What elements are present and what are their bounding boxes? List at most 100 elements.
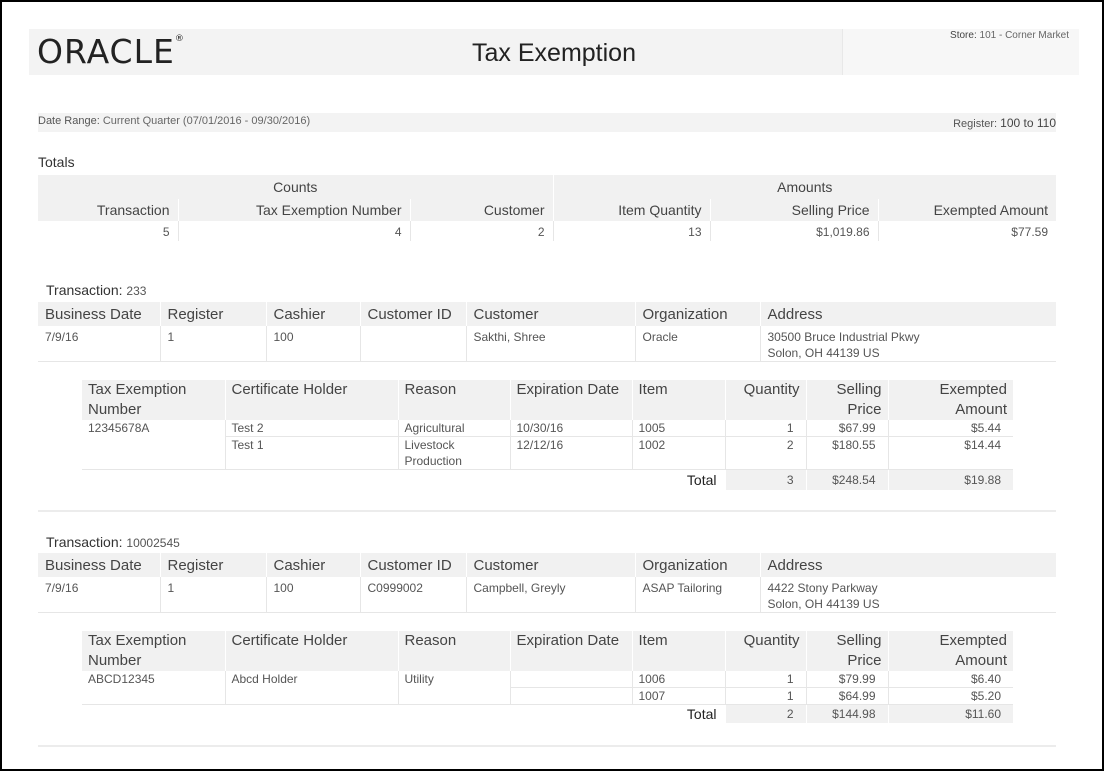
col-tax-exemption-number: Tax Exemption Number xyxy=(82,631,225,671)
selling-price: $180.55 xyxy=(805,436,888,470)
col-exempted-amount: Exempted Amount xyxy=(887,631,1013,671)
transaction-row: 7/9/16 1 100 C0999002 Campbell, Greyly A… xyxy=(38,577,1056,613)
date-range-value: Current Quarter (07/01/2016 - 09/30/2016… xyxy=(102,115,311,127)
col-certificate-holder: Certificate Holder xyxy=(224,380,398,420)
customer: Sakthi, Shree xyxy=(465,326,635,362)
col-expiration-date: Expiration Date xyxy=(509,631,632,671)
reason: Agricultural xyxy=(397,420,510,437)
col-reason: Reason xyxy=(397,380,510,420)
col-cashier: Cashier xyxy=(265,553,360,577)
col-cashier: Cashier xyxy=(265,302,360,326)
store-info: Store: 101 - Corner Market xyxy=(950,30,1069,41)
report-title: Tax Exemption xyxy=(472,39,636,67)
cashier: 100 xyxy=(265,326,360,362)
total-quantity: 3 xyxy=(724,469,806,490)
certificate-holder: Test 2 xyxy=(224,420,398,437)
address-line-2: Solon, OH 44139 US xyxy=(767,597,880,611)
col-quantity: Quantity xyxy=(724,631,806,671)
transaction-header-table: Business Date Register Cashier Customer … xyxy=(38,302,1056,362)
address: 4422 Stony Parkway Solon, OH 44139 US xyxy=(759,577,1056,613)
register: 1 xyxy=(159,577,266,613)
col-business-date: Business Date xyxy=(38,553,160,577)
date-range: Date Range: Current Quarter (07/01/2016 … xyxy=(38,115,310,127)
expiration-date xyxy=(509,687,632,705)
col-transaction: Transaction xyxy=(38,199,178,221)
store-label: Store: xyxy=(950,30,977,41)
col-selling-price: Selling Price xyxy=(709,199,878,221)
quantity: 1 xyxy=(724,420,806,437)
transaction-header-row: Business Date Register Cashier Customer … xyxy=(38,302,1056,326)
report-parameters: Date Range: Current Quarter (07/01/2016 … xyxy=(38,113,1056,132)
col-customer-id: Customer ID xyxy=(359,553,466,577)
total-label: Total xyxy=(686,706,717,722)
total-customer-count: 2 xyxy=(409,221,553,241)
transaction-label: Transaction: xyxy=(46,534,123,550)
exemption-number: 12345678A xyxy=(82,420,225,470)
expiration-date: 12/12/16 xyxy=(509,436,632,470)
total-selling-price: $144.98 xyxy=(805,704,888,723)
organization: ASAP Tailoring xyxy=(634,577,760,613)
section-divider xyxy=(38,745,1056,747)
exempted-amount: $14.44 xyxy=(887,436,1013,470)
total-selling-price: $1,019.86 xyxy=(709,221,878,241)
detail-total-row: Total 2 $144.98 $11.60 xyxy=(82,704,1013,723)
detail-header-row: Tax Exemption Number Certificate Holder … xyxy=(82,631,1013,671)
totals-column-row: Transaction Tax Exemption Number Custome… xyxy=(38,199,1056,221)
counts-header: Counts xyxy=(38,175,553,199)
transaction-title: Transaction: 233 xyxy=(46,282,146,298)
total-quantity: 2 xyxy=(724,704,806,723)
detail-header-row: Tax Exemption Number Certificate Holder … xyxy=(82,380,1013,420)
col-item: Item xyxy=(631,631,725,671)
address-line-1: 30500 Bruce Industrial Pkwy xyxy=(767,330,920,344)
certificate-holder: Abcd Holder xyxy=(224,671,398,705)
total-label: Total xyxy=(686,472,717,488)
report-page: ORACLE® Tax Exemption Store: 101 - Corne… xyxy=(0,0,1104,771)
address-line-2: Solon, OH 44139 US xyxy=(767,346,880,360)
col-selling-price: Selling Price xyxy=(805,631,888,671)
col-tax-exemption-number: Tax Exemption Number xyxy=(177,199,410,221)
selling-price: $64.99 xyxy=(805,687,888,705)
col-quantity: Quantity xyxy=(724,380,806,420)
store-value: 101 - Corner Market xyxy=(979,30,1069,41)
col-register: Register xyxy=(159,553,266,577)
col-item-quantity: Item Quantity xyxy=(552,199,710,221)
col-register: Register xyxy=(159,302,266,326)
transaction-header-row: Business Date Register Cashier Customer … xyxy=(38,553,1056,577)
col-selling-price: Selling Price xyxy=(805,380,888,420)
total-exemption-number-count: 4 xyxy=(177,221,410,241)
business-date: 7/9/16 xyxy=(38,577,160,613)
customer-id xyxy=(359,326,466,362)
total-exempted-amount: $19.88 xyxy=(887,469,1013,490)
address: 30500 Bruce Industrial Pkwy Solon, OH 441… xyxy=(759,326,1056,362)
reason: Utility xyxy=(397,671,510,705)
item: 1007 xyxy=(631,687,725,705)
section-divider xyxy=(38,510,1056,512)
exempted-amount: $5.44 xyxy=(887,420,1013,437)
customer: Campbell, Greyly xyxy=(465,577,635,613)
col-certificate-holder: Certificate Holder xyxy=(224,631,398,671)
exemption-detail-table: Tax Exemption Number Certificate Holder … xyxy=(82,631,1013,723)
total-exempted-amount: $11.60 xyxy=(887,704,1013,723)
reason: Livestock Production xyxy=(397,436,510,470)
totals-value-row: 5 4 2 13 $1,019.86 $77.59 xyxy=(38,221,1056,241)
transaction-label: Transaction: xyxy=(46,282,123,298)
detail-total-row: Total 3 $248.54 $19.88 xyxy=(82,469,1013,490)
detail-row: 12345678A Test 2 Agricultural 10/30/16 1… xyxy=(82,420,1013,470)
item: 1002 xyxy=(631,436,725,470)
exempted-amount: $6.40 xyxy=(887,671,1013,688)
date-range-label: Date Range: xyxy=(38,115,100,127)
col-expiration-date: Expiration Date xyxy=(509,380,632,420)
totals-table: Counts Amounts Transaction Tax Exemption… xyxy=(38,175,1056,241)
col-organization: Organization xyxy=(634,553,760,577)
col-tax-exemption-number: Tax Exemption Number xyxy=(82,380,225,420)
col-exempted-amount: Exempted Amount xyxy=(877,199,1056,221)
business-date: 7/9/16 xyxy=(38,326,160,362)
item: 1005 xyxy=(631,420,725,437)
exemption-detail-table: Tax Exemption Number Certificate Holder … xyxy=(82,380,1013,490)
col-business-date: Business Date xyxy=(38,302,160,326)
totals-group-row: Counts Amounts xyxy=(38,175,1056,199)
detail-row: ABCD12345 Abcd Holder Utility 1006 1 $79… xyxy=(82,671,1013,705)
col-organization: Organization xyxy=(634,302,760,326)
total-transaction-count: 5 xyxy=(162,225,170,239)
exemption-number: ABCD12345 xyxy=(82,671,225,705)
